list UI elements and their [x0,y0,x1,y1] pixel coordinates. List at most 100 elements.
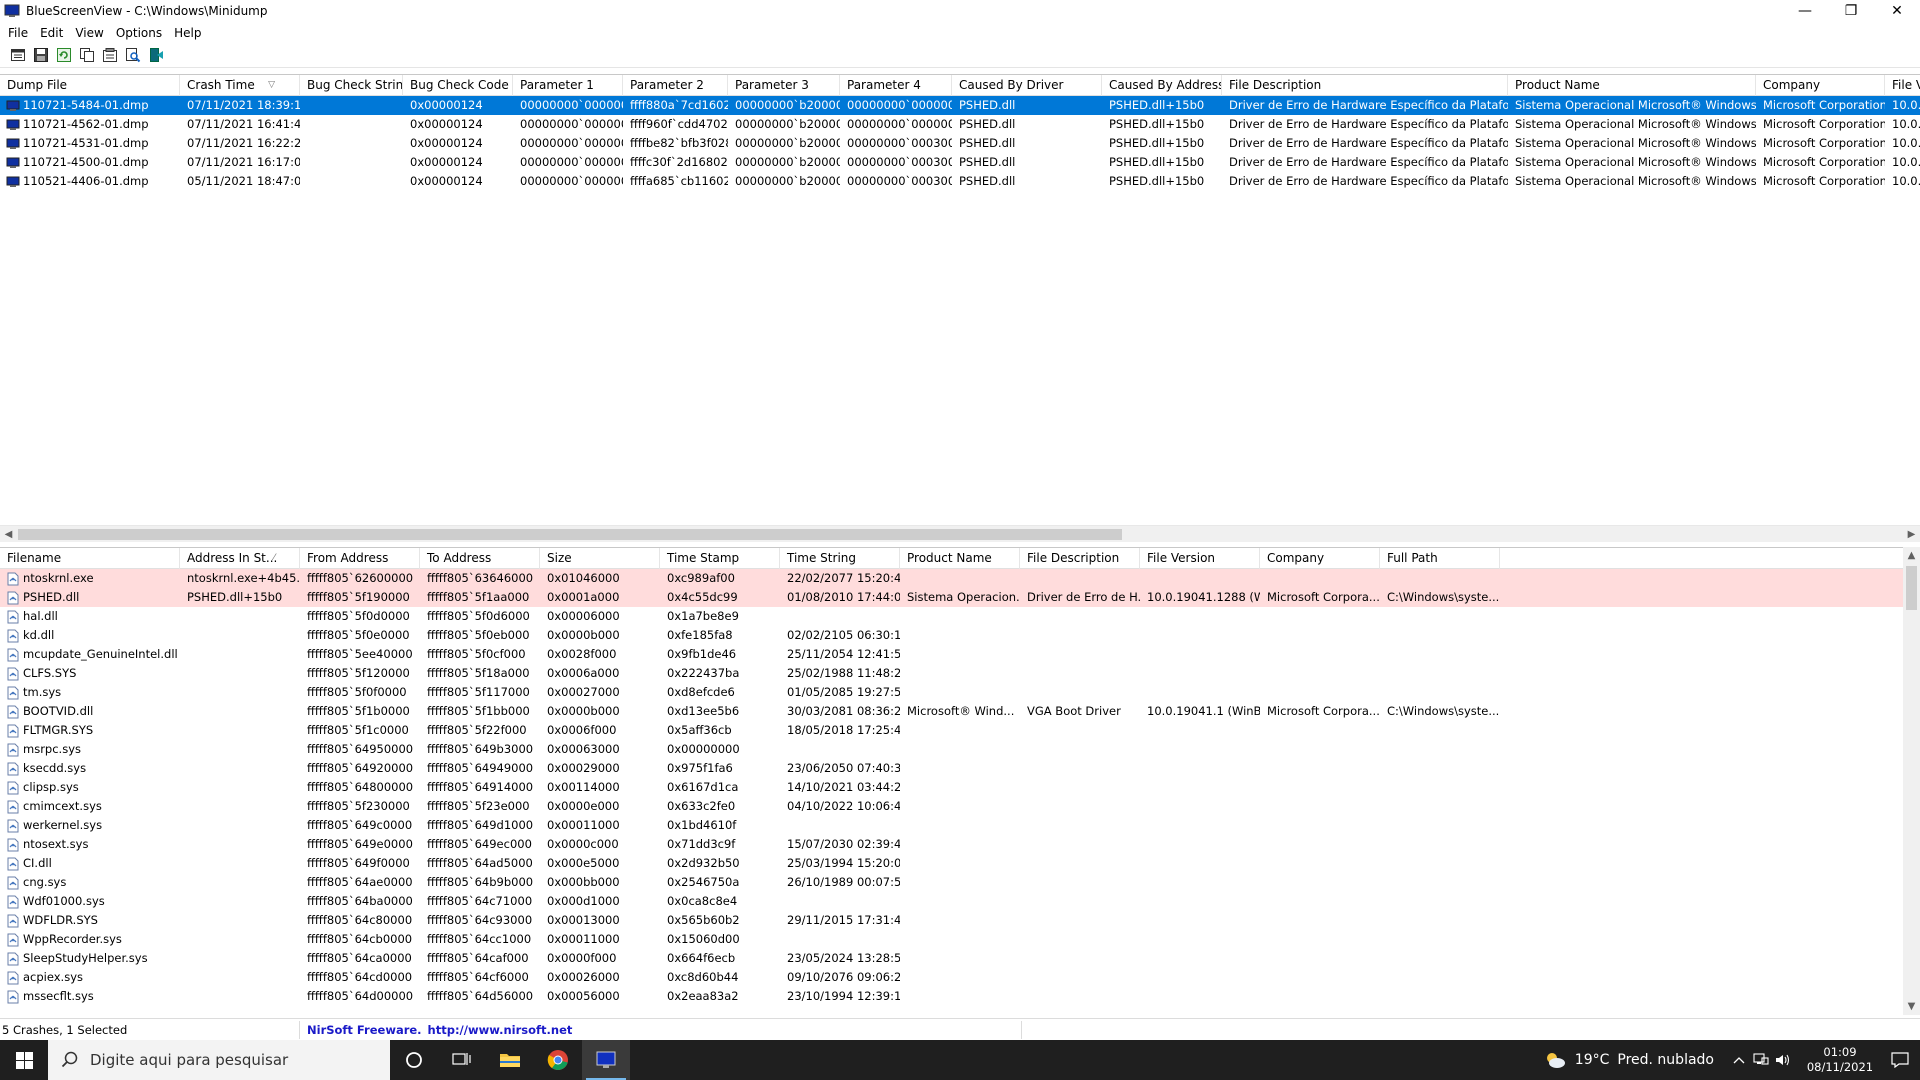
task-view-button[interactable] [438,1040,486,1080]
driver-column-header[interactable]: File Description [1020,548,1140,569]
driver-row[interactable]: WppRecorder.sys fffff805`64cb0000 fffff805… [0,930,1920,949]
driver-row[interactable]: acpiex.sys fffff805`64cd0000 fffff805`64cf… [0,968,1920,987]
menu-file[interactable]: File [2,26,34,40]
weather-widget[interactable]: 19°C Pred. nublado [1543,1050,1714,1070]
driver-row[interactable]: werkernel.sys fffff805`649c0000 fffff805`6… [0,816,1920,835]
scroll-down-icon[interactable]: ▼ [1903,998,1920,1015]
crash-column-header[interactable]: Caused By Address [1102,75,1222,96]
close-button[interactable]: ✕ [1874,0,1920,22]
taskbar-search-box[interactable]: Digite aqui para pesquisar [48,1040,390,1080]
nirsoft-credit[interactable]: NirSoft Freeware. http://www.nirsoft.net [300,1020,1022,1039]
crash-column-header[interactable]: File Description [1222,75,1508,96]
crash-column-header[interactable]: Parameter 3 [728,75,840,96]
crash-column-header[interactable]: Parameter 1 [513,75,623,96]
taskbar-clock[interactable]: 01:09 08/11/2021 [1800,1045,1880,1075]
driver-row[interactable]: cng.sys fffff805`64ae0000 fffff805`64b9b00… [0,873,1920,892]
crash-column-header[interactable]: File V [1885,75,1920,96]
menu-help[interactable]: Help [168,26,207,40]
driver-column-header[interactable]: Address In St... ⁄ [180,548,300,569]
crash-column-header[interactable]: Caused By Driver [952,75,1102,96]
menu-view[interactable]: View [69,26,109,40]
driver-cell: fffff805`64ae0000 [307,875,413,889]
driver-column-header[interactable]: Company [1260,548,1380,569]
driver-column-header[interactable]: Size [540,548,660,569]
crash-row[interactable]: 110721-5484-01.dmp 07/11/2021 18:39:16 0x0… [0,96,1920,115]
crash-cell: 00000000`b2000000 [735,155,840,169]
driver-cell [1380,816,1500,835]
chrome-taskbar-button[interactable] [534,1040,582,1080]
driver-row[interactable]: CLFS.SYS fffff805`5f120000 fffff805`5f18a0… [0,664,1920,683]
driver-row[interactable]: mcupdate_GenuineIntel.dll fffff805`5ee400… [0,645,1920,664]
maximize-button[interactable]: ❐ [1828,0,1874,22]
file-explorer-taskbar-button[interactable] [486,1040,534,1080]
driver-row[interactable]: BOOTVID.dll fffff805`5f1b0000 fffff805`5f1… [0,702,1920,721]
driver-row[interactable]: cmimcext.sys fffff805`5f230000 fffff805`5f… [0,797,1920,816]
minimize-button[interactable]: — [1782,0,1828,22]
crash-column-header[interactable]: Crash Time ▽ [180,75,300,96]
crash-column-header[interactable]: Bug Check String [300,75,403,96]
horizontal-scrollbar[interactable]: ◀ ▶ [0,525,1920,542]
find-button[interactable] [123,45,143,65]
driver-row[interactable]: ntoskrnl.exe ntoskrnl.exe+4b45... fffff805… [0,569,1920,588]
crash-row[interactable]: 110721-4500-01.dmp 07/11/2021 16:17:01 0x0… [0,153,1920,172]
driver-column-header[interactable]: Product Name [900,548,1020,569]
driver-row[interactable]: kd.dll fffff805`5f0e0000 fffff805`5f0eb000… [0,626,1920,645]
driver-column-header[interactable]: File Version [1140,548,1260,569]
show-hidden-icons-icon[interactable] [1728,1056,1750,1064]
driver-row[interactable]: SleepStudyHelper.sys fffff805`64ca0000 fff… [0,949,1920,968]
nirsoft-url-link[interactable]: http://www.nirsoft.net [428,1023,573,1037]
menu-options[interactable]: Options [110,26,168,40]
volume-icon[interactable] [1772,1053,1794,1067]
driver-list[interactable]: Filename Address In St... ⁄ From Address To … [0,547,1920,1015]
exit-button[interactable] [146,45,166,65]
horizontal-scroll-thumb[interactable] [18,529,1122,540]
html-report-button[interactable] [8,45,28,65]
network-icon[interactable] [1750,1053,1772,1067]
driver-column-header[interactable]: Filename [0,548,180,569]
driver-row[interactable]: WDFLDR.SYS fffff805`64c80000 fffff805`64c9… [0,911,1920,930]
driver-cell: 0x664f6ecb [667,951,736,965]
driver-row[interactable]: CI.dll fffff805`649f0000 fffff805`64ad5000… [0,854,1920,873]
driver-row[interactable]: Wdf01000.sys fffff805`64ba0000 fffff805`64… [0,892,1920,911]
scroll-right-icon[interactable]: ▶ [1903,526,1920,543]
crash-column-header[interactable]: Parameter 2 [623,75,728,96]
crash-column-header[interactable]: Company [1756,75,1885,96]
crash-row[interactable]: 110721-4562-01.dmp 07/11/2021 16:41:49 0x0… [0,115,1920,134]
crash-column-header[interactable]: Product Name [1508,75,1756,96]
copy-button[interactable] [77,45,97,65]
scroll-left-icon[interactable]: ◀ [0,526,17,543]
properties-button[interactable] [100,45,120,65]
start-button[interactable] [0,1040,48,1080]
driver-row[interactable]: tm.sys fffff805`5f0f0000 fffff805`5f117000… [0,683,1920,702]
crash-column-header[interactable]: Bug Check Code [403,75,513,96]
driver-row[interactable]: clipsp.sys fffff805`64800000 fffff805`6491… [0,778,1920,797]
driver-row[interactable]: PSHED.dll PSHED.dll+15b0 fffff805`5f190000… [0,588,1920,607]
driver-row[interactable]: ksecdd.sys fffff805`64920000 fffff805`6494… [0,759,1920,778]
refresh-button[interactable] [54,45,74,65]
crash-row[interactable]: 110521-4406-01.dmp 05/11/2021 18:47:02 0x0… [0,172,1920,191]
crash-list[interactable]: Dump File Crash Time ▽ Bug Check String Bug … [0,74,1920,542]
driver-column-header[interactable]: Time String [780,548,900,569]
driver-row[interactable]: FLTMGR.SYS fffff805`5f1c0000 fffff805`5f22… [0,721,1920,740]
driver-row[interactable]: mssecflt.sys fffff805`64d00000 fffff805`64… [0,987,1920,1006]
driver-column-header[interactable]: From Address [300,548,420,569]
crash-row[interactable]: 110721-4531-01.dmp 07/11/2021 16:22:28 0x0… [0,134,1920,153]
nirsoft-credit-text: NirSoft Freeware. [307,1022,422,1037]
vertical-scroll-thumb[interactable] [1906,566,1917,610]
vertical-scrollbar[interactable]: ▲ ▼ [1903,547,1920,1015]
save-button[interactable] [31,45,51,65]
driver-row[interactable]: ntosext.sys fffff805`649e0000 fffff805`649… [0,835,1920,854]
bluescreenview-taskbar-button[interactable] [582,1040,630,1080]
crash-column-header[interactable]: Dump File [0,75,180,96]
driver-column-label: File Description [1027,551,1120,565]
crash-column-header[interactable]: Parameter 4 [840,75,952,96]
driver-row[interactable]: hal.dll fffff805`5f0d0000 fffff805`5f0d600… [0,607,1920,626]
cortana-button[interactable] [390,1040,438,1080]
driver-column-header[interactable]: Time Stamp [660,548,780,569]
scroll-up-icon[interactable]: ▲ [1903,547,1920,564]
driver-column-header[interactable]: Full Path [1380,548,1500,569]
notification-center-button[interactable] [1880,1040,1920,1080]
driver-column-header[interactable]: To Address [420,548,540,569]
menu-edit[interactable]: Edit [34,26,69,40]
driver-row[interactable]: msrpc.sys fffff805`64950000 fffff805`649b3… [0,740,1920,759]
